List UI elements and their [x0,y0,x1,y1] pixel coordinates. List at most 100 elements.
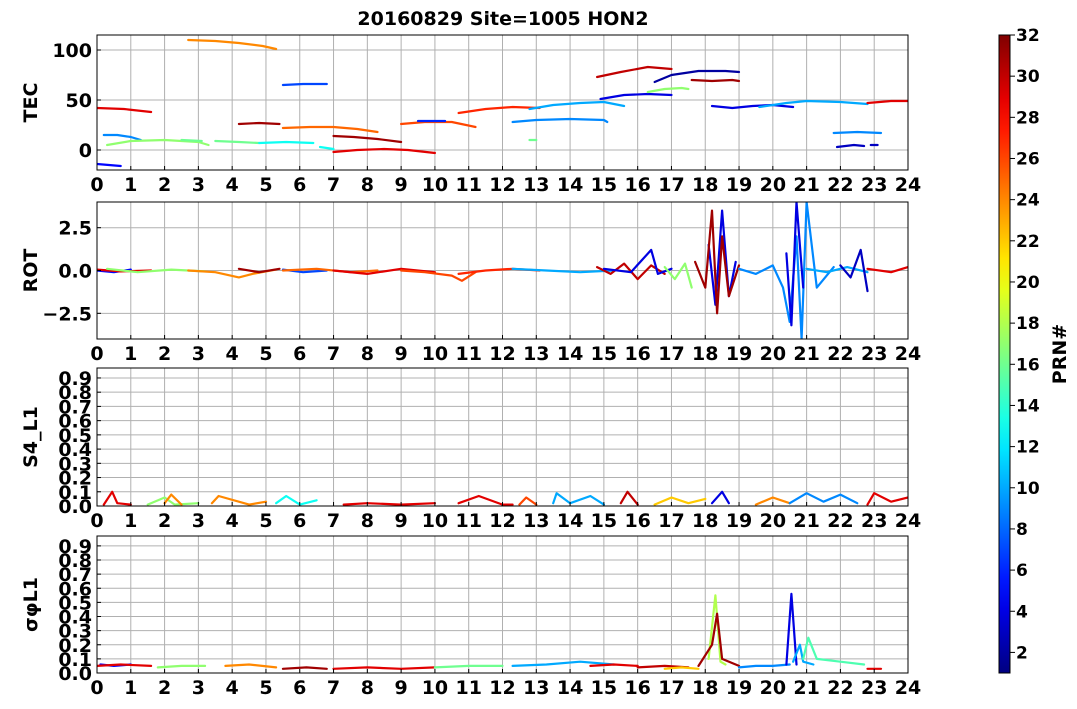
series-line-prn-29 [866,99,908,105]
series-line-prn-3 [835,143,866,149]
x-tick-label: 14 [557,174,583,196]
series-line-prn-29 [589,663,639,668]
colorbar-tick-label: 12 [1016,438,1040,458]
x-tick-label: 5 [259,343,272,365]
x-tick-label: 4 [226,343,239,365]
x-tick-label: 7 [327,174,340,196]
colorbar-tick-label: 2 [1016,643,1028,663]
x-tick-label: 0 [90,677,103,699]
x-tick-label: 20 [760,174,786,196]
y-tick-label: 0.0 [58,261,92,283]
x-tick-label: 16 [624,677,650,699]
series-line-prn-3 [839,248,869,293]
panel-s4: 0 1 2 3 4 5 6 7 8 9 10 11 12 13 14 15 16 17 18 19 20 21 22 23 24… [20,367,921,532]
x-tick-label: 17 [658,677,684,699]
x-tick-label: 19 [726,343,752,365]
series-line-prn-9 [788,492,859,505]
colorbar-tick-label: 32 [1016,26,1040,46]
colorbar-tick-label: 28 [1016,108,1040,128]
x-tick-label: 12 [489,174,515,196]
x-tick-label: 17 [658,343,684,365]
panel-sigma: 0 1 2 3 4 5 6 7 8 9 10 11 12 13 14 15 16 17 18 19 20 21 22 23 24… [20,535,921,699]
x-tick-label: 18 [692,174,718,196]
series-s4 [102,490,908,506]
colorbar-tick-label: 24 [1016,191,1040,211]
series-line-prn-7 [281,82,328,87]
x-tick-label: 12 [489,677,515,699]
x-tick-label: 21 [793,677,819,699]
series-line-prn-4 [710,103,795,110]
series-line-prn-4 [710,490,731,505]
x-tick-label: 5 [259,510,272,532]
colorbar-tick-label: 22 [1016,232,1040,252]
series-line-prn-15 [802,636,866,666]
series-line-prn-24 [210,494,268,506]
y-tick-label: 2.5 [58,218,92,240]
y-axis-label: TEC [20,83,42,123]
subplots: 0 1 2 3 4 5 6 7 8 9 10 11 12 13 14 15 16 17 18 19 20 21 22 23 24… [20,34,921,699]
x-tick-label: 18 [692,510,718,532]
x-tick-label: 3 [192,174,205,196]
series-line-prn-18 [707,594,727,666]
x-tick-label: 3 [192,343,205,365]
x-tick-label: 19 [726,174,752,196]
x-tick-label: 1 [124,510,137,532]
series-line-prn-4 [599,92,673,101]
x-tick-label: 13 [523,343,549,365]
series-line-prn-31 [281,666,328,670]
x-tick-label: 15 [591,343,617,365]
x-tick-label: 6 [293,510,306,532]
x-tick-label: 1 [124,677,137,699]
x-tick-label: 21 [793,343,819,365]
series-line-prn-9 [832,130,883,135]
series-line-prn-31 [237,121,281,126]
grid-s4 [96,368,909,507]
x-tick-label: 22 [827,343,853,365]
x-tick-label: 0 [90,510,103,532]
x-tick-label: 0 [90,174,103,196]
x-tick-label: 9 [395,510,408,532]
series-sigma [97,592,883,670]
chart-title: 20160829 Site=1005 HON2 [357,8,648,30]
x-tick-label: 11 [455,510,481,532]
x-tick-label: 4 [226,510,239,532]
x-tick-label: 21 [793,510,819,532]
x-tick-label: 7 [327,510,340,532]
colorbar-tick-label: 10 [1016,479,1040,499]
x-tick-label: 4 [226,677,239,699]
series-line-prn-25 [281,125,379,134]
x-tick-label: 1 [124,343,137,365]
series-line-prn-10 [528,100,626,111]
colorbar-tick-label: 6 [1016,561,1028,581]
y-tick-label: 50 [66,90,92,112]
x-tick-label: 3 [192,510,205,532]
series-line-prn-29 [342,502,436,506]
x-tick-label: 10 [422,343,448,365]
series-line-prn-29 [332,666,436,670]
x-tick-label: 16 [624,174,650,196]
x-tick-label: 14 [557,343,583,365]
y-tick-label: 0.9 [58,368,92,390]
x-tick-label: 14 [557,677,583,699]
x-tick-label: 14 [557,510,583,532]
series-line-prn-24 [224,663,278,669]
x-tick-label: 7 [327,677,340,699]
x-tick-label: 2 [158,677,171,699]
x-tick-label: 24 [895,174,921,196]
series-line-prn-31 [693,209,741,315]
x-tick-label: 22 [827,174,853,196]
x-tick-label: 6 [293,677,306,699]
series-line-prn-16 [180,138,203,143]
series-line-prn-29 [102,490,132,506]
series-line-prn-26 [518,496,538,506]
series-line-prn-30 [619,490,639,506]
x-tick-label: 15 [591,510,617,532]
figure: 20160829 Site=1005 HON2 0 1 2 3 4 5 6 7 8 9 10 11 12… [20,8,1071,699]
colorbar-tick-label: 20 [1016,273,1040,293]
x-tick-label: 18 [692,343,718,365]
panel-rot: 0 1 2 3 4 5 6 7 8 9 10 11 12 13 14 15 16 17 18 19 20 21 22 23 24… [20,201,921,365]
x-tick-label: 5 [259,174,272,196]
x-tick-label: 9 [395,343,408,365]
x-tick-label: 15 [591,677,617,699]
x-tick-label: 17 [658,510,684,532]
